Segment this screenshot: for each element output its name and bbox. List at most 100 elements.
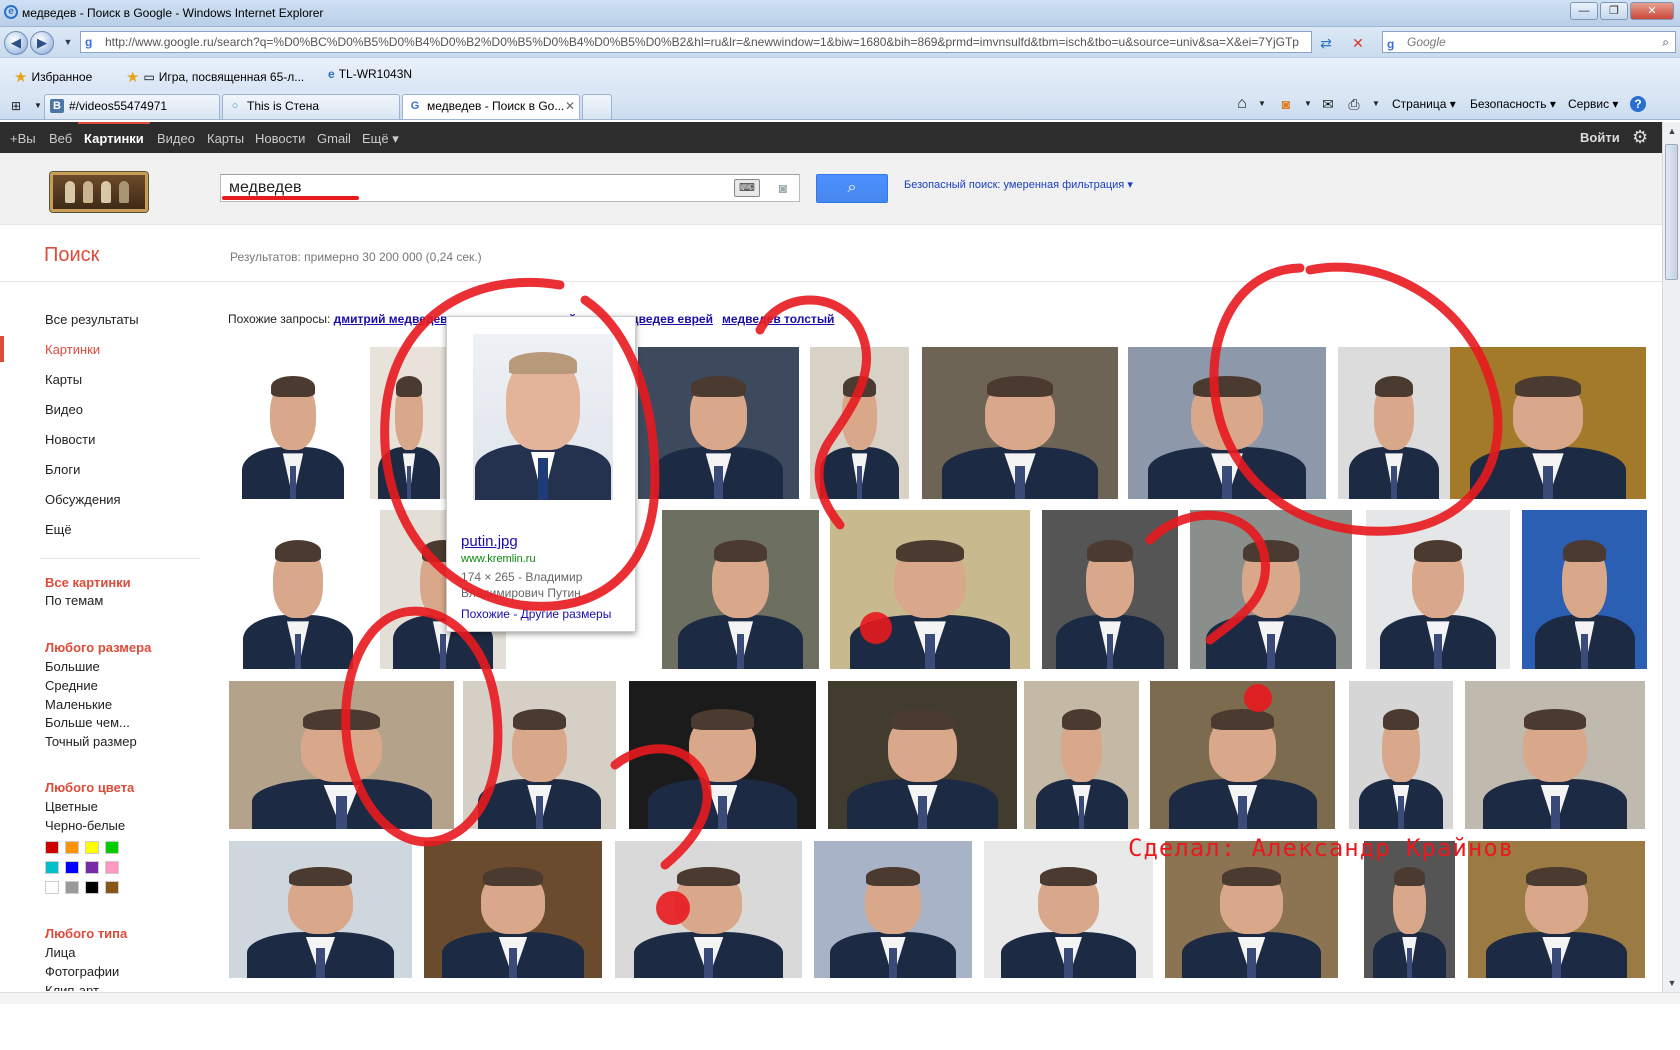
- filter-type-photos[interactable]: Фотографии: [45, 964, 119, 979]
- security-menu[interactable]: Безопасность ▾: [1470, 97, 1556, 111]
- image-result-thumbnail[interactable]: [229, 681, 454, 829]
- close-tab-icon[interactable]: ✕: [565, 95, 575, 117]
- gear-icon[interactable]: ⚙: [1632, 127, 1648, 148]
- refresh-icon[interactable]: ⇄: [1316, 33, 1336, 53]
- filter-color-header[interactable]: Любого цвета: [45, 780, 134, 795]
- home-icon[interactable]: ⌂: [1232, 94, 1252, 114]
- nav-discussions[interactable]: Обсуждения: [45, 492, 121, 507]
- image-result-thumbnail[interactable]: [1366, 510, 1510, 669]
- home-dropdown-icon[interactable]: ▼: [1252, 94, 1272, 114]
- scroll-down-icon[interactable]: ▼: [1666, 978, 1678, 988]
- image-result-thumbnail[interactable]: [424, 841, 602, 978]
- filter-size-small[interactable]: Маленькие: [45, 697, 112, 712]
- gbar-web[interactable]: Веб: [49, 131, 72, 146]
- image-result-thumbnail[interactable]: [1042, 510, 1178, 669]
- filter-type-header[interactable]: Любого типа: [45, 926, 127, 941]
- stop-icon[interactable]: ✕: [1348, 33, 1368, 53]
- search-icon[interactable]: ⌕: [1662, 32, 1669, 52]
- feeds-icon[interactable]: ◙: [1276, 94, 1296, 114]
- vertical-scrollbar[interactable]: ▲ ▼: [1662, 122, 1680, 992]
- image-result-thumbnail[interactable]: [370, 347, 448, 499]
- favorites-button[interactable]: ★ Избранное: [14, 67, 92, 86]
- favorite-item[interactable]: ★ ▭ Игра, посвященная 65-л...: [126, 67, 304, 86]
- tab-videos[interactable]: B #/videos55474971: [44, 94, 220, 119]
- image-result-thumbnail[interactable]: [1128, 347, 1326, 499]
- scroll-thumb[interactable]: [1665, 144, 1678, 280]
- tools-menu[interactable]: Сервис ▾: [1568, 97, 1618, 111]
- quick-tabs-icon[interactable]: ⊞: [6, 96, 26, 116]
- maximize-button[interactable]: ❐: [1600, 2, 1628, 20]
- nav-maps[interactable]: Карты: [45, 372, 82, 387]
- preview-image[interactable]: [473, 334, 613, 500]
- image-result-thumbnail[interactable]: [1024, 681, 1139, 829]
- safesearch-dropdown[interactable]: Безопасный поиск: умеренная фильтрация ▾: [904, 178, 1133, 191]
- preview-filename-link[interactable]: putin.jpg: [461, 533, 518, 550]
- nav-all-results[interactable]: Все результаты: [45, 312, 139, 327]
- page-menu[interactable]: Страница ▾: [1392, 97, 1456, 111]
- image-result-thumbnail[interactable]: [922, 347, 1118, 499]
- mail-icon[interactable]: ✉: [1318, 94, 1338, 114]
- url-input[interactable]: g http://www.google.ru/search?q=%D0%BC%D…: [80, 31, 1312, 53]
- nav-by-topic[interactable]: По темам: [45, 593, 103, 608]
- image-result-thumbnail[interactable]: [830, 510, 1030, 669]
- gbar-maps[interactable]: Карты: [207, 131, 244, 146]
- color-swatch[interactable]: [105, 881, 119, 894]
- color-swatch[interactable]: [85, 881, 99, 894]
- gbar-images[interactable]: Картинки: [84, 131, 144, 146]
- related-link[interactable]: медведев толстый: [722, 312, 834, 326]
- filter-type-faces[interactable]: Лица: [45, 945, 75, 960]
- close-window-button[interactable]: ✕: [1630, 2, 1674, 20]
- gbar-news[interactable]: Новости: [255, 131, 305, 146]
- filter-size-medium[interactable]: Средние: [45, 678, 98, 693]
- tab-google-search[interactable]: Gмедведев - Поиск в Go... ✕: [402, 94, 580, 119]
- nav-more[interactable]: Ещё: [45, 522, 72, 537]
- image-result-thumbnail[interactable]: [615, 841, 802, 978]
- feeds-dropdown-icon[interactable]: ▼: [1298, 94, 1318, 114]
- filter-size-larger-than[interactable]: Больше чем...: [45, 715, 130, 730]
- color-swatch[interactable]: [65, 881, 79, 894]
- related-link[interactable]: дмитрий медведев: [334, 312, 448, 326]
- filter-type-clipart[interactable]: Клип-арт: [45, 983, 99, 991]
- color-swatch[interactable]: [85, 841, 99, 854]
- filter-size-exact[interactable]: Точный размер: [45, 734, 137, 749]
- back-button[interactable]: ◀: [4, 31, 28, 55]
- nav-news[interactable]: Новости: [45, 432, 95, 447]
- image-result-thumbnail[interactable]: [629, 681, 816, 829]
- image-result-thumbnail[interactable]: [229, 510, 367, 669]
- image-result-thumbnail[interactable]: [1522, 510, 1647, 669]
- image-result-thumbnail[interactable]: [1150, 681, 1335, 829]
- help-icon[interactable]: ?: [1630, 96, 1646, 112]
- minimize-button[interactable]: —: [1570, 2, 1598, 20]
- nav-images[interactable]: Картинки: [45, 342, 100, 357]
- nav-blogs[interactable]: Блоги: [45, 462, 80, 477]
- image-result-thumbnail[interactable]: [1338, 347, 1450, 499]
- new-tab-button[interactable]: [582, 94, 612, 119]
- color-swatch[interactable]: [65, 841, 79, 854]
- image-result-thumbnail[interactable]: [1349, 681, 1453, 829]
- filter-size-large[interactable]: Большие: [45, 659, 100, 674]
- gbar-plus-you[interactable]: +Вы: [10, 131, 36, 146]
- ie-search-input[interactable]: g Google ⌕: [1382, 31, 1676, 53]
- color-swatch[interactable]: [65, 861, 79, 874]
- image-result-thumbnail[interactable]: [1450, 347, 1646, 499]
- color-swatch[interactable]: [45, 881, 59, 894]
- gbar-more[interactable]: Ещё ▾: [362, 131, 399, 147]
- forward-button[interactable]: ▶: [30, 31, 54, 55]
- similar-link[interactable]: Похожие: [461, 607, 510, 621]
- image-result-thumbnail[interactable]: [1190, 510, 1352, 669]
- image-result-thumbnail[interactable]: [463, 681, 616, 829]
- google-doodle-logo[interactable]: [50, 172, 148, 212]
- gbar-video[interactable]: Видео: [157, 131, 195, 146]
- tab-stena[interactable]: ○ This is Стена: [222, 94, 400, 119]
- history-dropdown-icon[interactable]: ▼: [58, 32, 78, 52]
- camera-icon[interactable]: ◙: [772, 179, 794, 197]
- nav-all-images[interactable]: Все картинки: [45, 575, 131, 590]
- search-button[interactable]: ⌕: [816, 174, 888, 203]
- image-result-thumbnail[interactable]: [229, 841, 412, 978]
- image-preview-popup[interactable]: putin.jpg www.kremlin.ru 174 × 265 - Вла…: [446, 316, 636, 632]
- nav-video[interactable]: Видео: [45, 402, 83, 417]
- filter-color-bw[interactable]: Черно-белые: [45, 818, 125, 833]
- image-result-thumbnail[interactable]: [662, 510, 819, 669]
- filter-size-header[interactable]: Любого размера: [45, 640, 151, 655]
- login-button[interactable]: Войти: [1580, 130, 1620, 145]
